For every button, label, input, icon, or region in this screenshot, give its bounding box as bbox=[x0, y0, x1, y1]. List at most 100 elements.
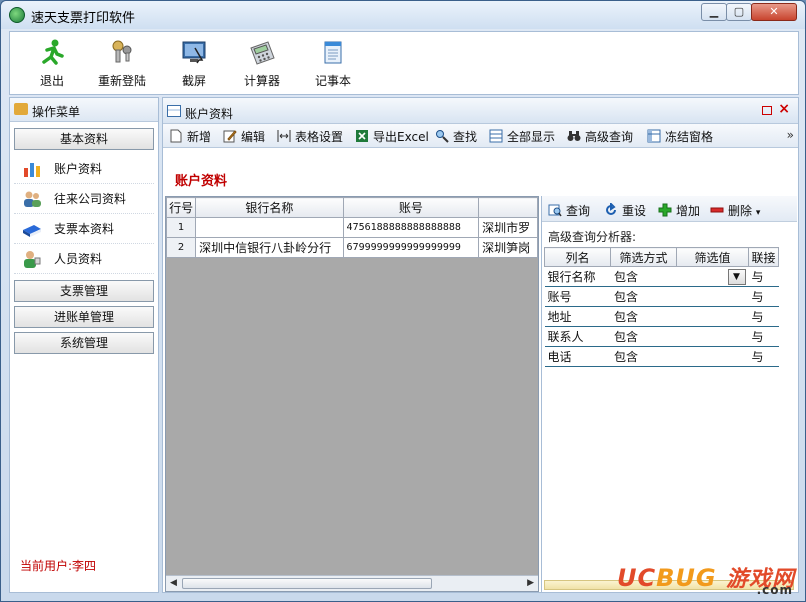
filter-mode-cell[interactable]: 包含 bbox=[610, 306, 677, 327]
app-icon bbox=[9, 7, 25, 23]
column-resize-icon bbox=[277, 129, 291, 143]
column-header[interactable]: 账号 bbox=[342, 197, 480, 218]
freeze-label: 冻结窗格 bbox=[665, 130, 714, 144]
show-all-button[interactable]: 全部显示 bbox=[489, 128, 555, 145]
notepad-button[interactable]: 记事本 bbox=[312, 38, 354, 89]
scrollbar-thumb[interactable] bbox=[182, 578, 432, 589]
new-button[interactable]: 新增 bbox=[169, 128, 211, 145]
group-deposit-management[interactable]: 进账单管理 bbox=[14, 306, 154, 328]
query-button[interactable]: 查询 bbox=[548, 202, 590, 219]
join-cell[interactable]: 与 bbox=[748, 326, 779, 347]
find-button[interactable]: 查找 bbox=[435, 128, 477, 145]
bank-cell[interactable] bbox=[195, 217, 344, 238]
group-system-management[interactable]: 系统管理 bbox=[14, 332, 154, 354]
filter-value-cell[interactable] bbox=[676, 346, 749, 367]
content-tab-header: 账户资料 × bbox=[163, 98, 798, 124]
screenshot-button[interactable]: 截屏 bbox=[174, 38, 214, 89]
filter-mode-cell[interactable]: 包含 bbox=[610, 326, 677, 347]
address-cell[interactable]: 深圳笋岗 bbox=[478, 237, 538, 258]
content-toolbar: 新增 编辑 表格设置 导出Excel 查找 全部显示 高级查询 冻结窗格 » bbox=[163, 124, 798, 148]
table-row[interactable]: 2 深圳中信银行八卦岭分行 6799999999999999999 深圳笋岗 bbox=[166, 237, 538, 258]
query-conditions-table: 列名 筛选方式 筛选值 联接 银行名称 包含 ▼ 与 账号 包含 与 地址 包含… bbox=[544, 247, 779, 367]
query-row[interactable]: 联系人 包含 与 bbox=[544, 326, 779, 347]
minimize-button[interactable]: ▁ bbox=[701, 3, 727, 21]
filter-mode-cell[interactable]: 包含 bbox=[610, 346, 677, 367]
filter-value-cell[interactable]: ▼ bbox=[676, 266, 749, 287]
users-icon bbox=[24, 191, 41, 207]
sidebar-item-label: 支票本资料 bbox=[54, 222, 115, 236]
column-name-cell[interactable]: 地址 bbox=[544, 306, 611, 327]
dropdown-arrow-icon[interactable]: ▼ bbox=[727, 268, 746, 285]
title-bar[interactable]: 速天支票打印软件 ▁ ▢ ✕ bbox=[1, 1, 805, 29]
main-toolbar: 退出 重新登陆 截屏 计算器 记事本 bbox=[9, 31, 799, 95]
query-row[interactable]: 地址 包含 与 bbox=[544, 306, 779, 327]
edit-button[interactable]: 编辑 bbox=[223, 128, 265, 145]
query-analyzer-label: 高级查询分析器: bbox=[548, 230, 637, 244]
dropdown-caret-icon[interactable]: ▾ bbox=[756, 208, 761, 218]
account-cell[interactable]: 6799999999999999999 bbox=[342, 237, 480, 258]
query-icon bbox=[548, 203, 562, 217]
column-header[interactable] bbox=[478, 197, 538, 218]
reset-label: 重设 bbox=[622, 204, 647, 218]
add-label: 增加 bbox=[676, 204, 701, 218]
query-row[interactable]: 账号 包含 与 bbox=[544, 286, 779, 307]
filter-mode-cell[interactable]: 包含 bbox=[610, 266, 677, 287]
filter-mode-cell[interactable]: 包含 bbox=[610, 286, 677, 307]
restore-icon[interactable] bbox=[762, 106, 772, 115]
close-tab-icon[interactable]: × bbox=[778, 101, 790, 117]
table-row[interactable]: 1 4756188888888888888 深圳市罗 bbox=[166, 217, 538, 238]
table-icon bbox=[167, 105, 181, 117]
group-check-management[interactable]: 支票管理 bbox=[14, 280, 154, 302]
filter-value-cell[interactable] bbox=[676, 306, 749, 327]
filter-value-cell[interactable] bbox=[676, 286, 749, 307]
column-header[interactable]: 行号 bbox=[166, 197, 197, 218]
join-cell[interactable]: 与 bbox=[748, 266, 779, 287]
query-row[interactable]: 电话 包含 与 bbox=[544, 346, 779, 367]
add-condition-button[interactable]: 增加 bbox=[658, 202, 700, 219]
sidebar-item-accounts[interactable]: 账户资料 bbox=[14, 154, 154, 184]
query-toolbar: 查询 重设 增加 删除 ▾ bbox=[542, 196, 797, 222]
advanced-query-button[interactable]: 高级查询 bbox=[567, 128, 633, 145]
screenshot-label: 截屏 bbox=[181, 74, 206, 88]
advanced-query-label: 高级查询 bbox=[585, 130, 634, 144]
column-name-cell[interactable]: 联系人 bbox=[544, 326, 611, 347]
sidebar-item-checkbooks[interactable]: 支票本资料 bbox=[14, 214, 154, 244]
toolbar-overflow-button[interactable]: » bbox=[787, 128, 794, 142]
column-name-cell[interactable]: 电话 bbox=[544, 346, 611, 367]
join-cell[interactable]: 与 bbox=[748, 306, 779, 327]
join-cell[interactable]: 与 bbox=[748, 286, 779, 307]
row-number: 1 bbox=[166, 217, 197, 238]
query-row[interactable]: 银行名称 包含 ▼ 与 bbox=[544, 266, 779, 287]
calculator-button[interactable]: 计算器 bbox=[242, 38, 282, 89]
column-name-cell[interactable]: 账号 bbox=[544, 286, 611, 307]
scroll-left-icon[interactable]: ◀ bbox=[170, 578, 177, 588]
account-cell[interactable]: 4756188888888888888 bbox=[342, 217, 480, 238]
sidebar-item-companies[interactable]: 往来公司资料 bbox=[14, 184, 154, 214]
bank-cell[interactable]: 深圳中信银行八卦岭分行 bbox=[195, 237, 344, 258]
export-excel-button[interactable]: 导出Excel bbox=[355, 128, 429, 145]
exit-button[interactable]: 退出 bbox=[32, 38, 72, 89]
reset-button[interactable]: 重设 bbox=[604, 201, 647, 219]
freeze-panes-button[interactable]: 冻结窗格 bbox=[647, 128, 713, 145]
close-button[interactable]: ✕ bbox=[751, 3, 797, 21]
notepad-label: 记事本 bbox=[314, 74, 351, 88]
maximize-button[interactable]: ▢ bbox=[726, 3, 752, 21]
relogin-button[interactable]: 重新登陆 bbox=[96, 38, 148, 89]
join-cell[interactable]: 与 bbox=[748, 346, 779, 367]
address-cell[interactable]: 深圳市罗 bbox=[478, 217, 538, 238]
filter-value-cell[interactable] bbox=[676, 326, 749, 347]
sidebar-item-personnel[interactable]: 人员资料 bbox=[14, 244, 154, 274]
window-title: 速天支票打印软件 bbox=[31, 11, 136, 26]
new-doc-icon bbox=[169, 129, 183, 143]
column-header[interactable]: 银行名称 bbox=[195, 197, 344, 218]
column-name-cell[interactable]: 银行名称 bbox=[544, 266, 611, 287]
sidebar-item-label: 往来公司资料 bbox=[54, 192, 127, 206]
group-basic-info[interactable]: 基本资料 bbox=[14, 128, 154, 150]
grid-settings-button[interactable]: 表格设置 bbox=[277, 128, 343, 145]
find-icon bbox=[435, 129, 449, 143]
delete-condition-button[interactable]: 删除 ▾ bbox=[710, 202, 760, 219]
horizontal-scrollbar[interactable]: ◀ ▶ bbox=[166, 575, 538, 591]
scroll-right-icon[interactable]: ▶ bbox=[527, 578, 534, 588]
column-header: 筛选值 bbox=[676, 247, 749, 267]
watermark-logo: UCBUG 游戏网 .com bbox=[617, 561, 795, 597]
